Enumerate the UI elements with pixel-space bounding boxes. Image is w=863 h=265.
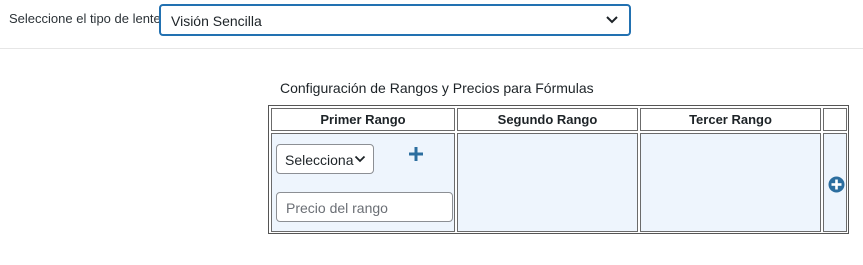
chevron-down-icon — [354, 155, 366, 163]
plus-icon[interactable] — [408, 146, 424, 162]
header-segundo-rango: Segundo Rango — [457, 108, 638, 131]
chevron-down-icon — [606, 16, 618, 24]
range-condition-value: Selecciona — [285, 152, 354, 168]
lens-type-select[interactable]: Visión Sencilla — [159, 4, 631, 36]
tercer-rango-cell — [640, 133, 821, 232]
lens-type-row: Seleccione el tipo de lentes Visión Senc… — [0, 0, 863, 49]
segundo-rango-cell — [457, 133, 638, 232]
header-tercer-rango: Tercer Rango — [640, 108, 821, 131]
range-price-placeholder: Precio del rango — [286, 200, 388, 216]
add-range-cell — [823, 133, 847, 232]
header-actions — [823, 108, 847, 131]
ranges-config-title: Configuración de Rangos y Precios para F… — [280, 80, 594, 96]
plus-circle-icon[interactable] — [828, 176, 845, 193]
lens-type-selected-value: Visión Sencilla — [171, 13, 262, 29]
range-condition-select[interactable]: Selecciona — [276, 144, 374, 174]
primer-rango-cell: Selecciona Precio del rango — [271, 133, 455, 232]
lens-type-label: Seleccione el tipo de lentes — [9, 11, 168, 26]
range-price-input[interactable]: Precio del rango — [276, 192, 453, 222]
header-primer-rango: Primer Rango — [271, 108, 455, 131]
ranges-table: Primer Rango Segundo Rango Tercer Rango … — [268, 105, 849, 234]
